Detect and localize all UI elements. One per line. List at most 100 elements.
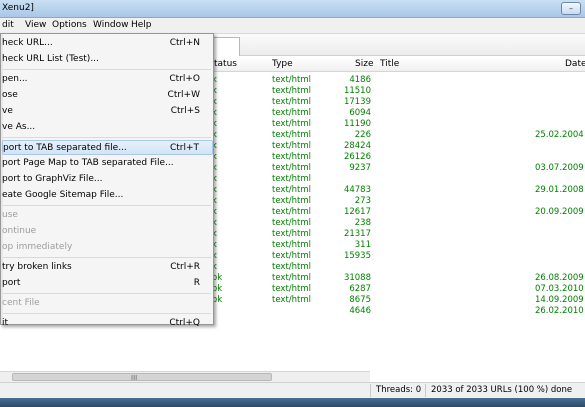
size-cell: 21317 xyxy=(343,229,371,239)
size-cell: 31088 xyxy=(343,273,371,283)
threads-status: Threads: 0 xyxy=(370,384,425,397)
size-cell: 12617 xyxy=(343,207,371,217)
size-cell: 311 xyxy=(354,240,371,250)
menu-item-label: try broken links xyxy=(2,262,72,272)
column-date[interactable]: Date xyxy=(565,59,585,69)
size-cell: 17139 xyxy=(343,97,371,107)
date-cell: 26.08.2009 1 xyxy=(535,273,585,283)
type-cell: text/html xyxy=(272,86,312,96)
menu-item[interactable]: port R xyxy=(2,276,213,291)
menu-item-shortcut: Ctrl+S xyxy=(170,106,200,116)
menu-item-label: port xyxy=(2,278,21,288)
type-cell: text/html xyxy=(272,207,312,217)
menu-separator xyxy=(3,137,211,138)
menu-item-label: pen... xyxy=(2,74,28,84)
menu-item[interactable]: port to TAB separated file... Ctrl+T xyxy=(2,140,213,155)
date-cell: 14.09.2009 0 xyxy=(535,295,585,305)
size-cell: 273 xyxy=(354,196,371,206)
date-cell: 25.02.2004 1 xyxy=(535,130,585,140)
menu-item-shortcut: Ctrl+O xyxy=(169,74,200,84)
scrollbar-thumb[interactable]: III xyxy=(12,373,272,382)
type-cell: text/html xyxy=(272,130,312,140)
menu-item-label: port Page Map to TAB separated File... xyxy=(2,158,174,168)
type-cell: text/html xyxy=(272,152,312,162)
date-cell: 03.07.2009 1 xyxy=(535,163,585,173)
menu-item[interactable]: port to GraphViz File... xyxy=(2,172,213,187)
menu-item-shortcut: Ctrl+Q xyxy=(169,318,200,328)
size-cell: 9237 xyxy=(349,163,371,173)
menu-item[interactable]: port Page Map to TAB separated File... xyxy=(2,156,213,171)
menu-item[interactable]: try broken links Ctrl+R xyxy=(2,260,213,275)
column-title[interactable]: Title xyxy=(380,59,399,69)
menu-separator xyxy=(3,205,211,206)
file-menu-dropdown: heck URL... Ctrl+N heck URL List (Test)...… xyxy=(0,33,214,328)
menu-item-label: heck URL List (Test)... xyxy=(2,54,99,64)
size-cell: 6287 xyxy=(349,284,371,294)
menu-item[interactable]: ose Ctrl+W xyxy=(2,88,213,103)
menu-item-label: ose xyxy=(2,90,18,100)
taskbar xyxy=(0,398,585,407)
date-cell: 29.01.2008 0 xyxy=(535,185,585,195)
menu-item: use xyxy=(2,208,213,223)
size-cell: 11190 xyxy=(343,119,371,129)
menu-view[interactable]: View xyxy=(25,20,46,30)
type-cell: text/html xyxy=(272,141,312,151)
menu-bar: dit View Options Window Help xyxy=(0,18,585,34)
column-type[interactable]: Type xyxy=(272,59,293,69)
menu-options[interactable]: Options xyxy=(52,20,87,30)
size-cell: 15935 xyxy=(343,251,371,261)
menu-item-label: use xyxy=(2,210,18,220)
menu-item-shortcut: Ctrl+R xyxy=(170,262,200,272)
menu-item-label: cent File xyxy=(2,298,40,308)
menu-separator xyxy=(3,293,211,294)
type-cell: text/html xyxy=(272,262,312,272)
type-cell: text/html xyxy=(272,295,312,305)
size-cell: 226 xyxy=(354,130,371,140)
menu-item[interactable]: heck URL List (Test)... xyxy=(2,52,213,67)
title-bar: Xenu2] – xyxy=(0,0,585,18)
type-cell: text/html xyxy=(272,185,312,195)
type-cell: text/html xyxy=(272,251,312,261)
menu-item-label: op immediately xyxy=(2,242,73,252)
menu-help[interactable]: Help xyxy=(131,20,152,30)
type-cell: text/html xyxy=(272,240,312,250)
type-cell: text/html xyxy=(272,119,312,129)
size-cell: 26126 xyxy=(343,152,371,162)
size-cell: 6094 xyxy=(349,108,371,118)
menu-item-shortcut: Ctrl+N xyxy=(169,38,200,48)
menu-item[interactable]: ve As... xyxy=(2,120,213,135)
menu-item[interactable]: heck URL... Ctrl+N xyxy=(2,36,213,51)
menu-window[interactable]: Window xyxy=(93,20,129,30)
menu-item-label: ve As... xyxy=(2,122,36,132)
menu-item[interactable]: ve Ctrl+S xyxy=(2,104,213,119)
menu-item-label: heck URL... xyxy=(2,38,53,48)
type-cell: text/html xyxy=(272,284,312,294)
size-cell: 4186 xyxy=(349,75,371,85)
menu-separator xyxy=(3,69,211,70)
menu-item-label: port to TAB separated file... xyxy=(3,143,127,153)
type-cell: text/html xyxy=(272,174,312,184)
progress-status: 2033 of 2033 URLs (100 %) done xyxy=(425,384,585,397)
menu-item-label: eate Google Sitemap File... xyxy=(2,190,124,200)
menu-item-shortcut: Ctrl+T xyxy=(169,143,199,153)
menu-item: cent File xyxy=(2,296,213,311)
minimize-button[interactable]: – xyxy=(561,2,581,15)
column-size[interactable]: Size xyxy=(355,59,373,69)
size-cell: 4646 xyxy=(349,306,371,316)
menu-item[interactable]: pen... Ctrl+O xyxy=(2,72,213,87)
date-cell: 20.09.2009 1 xyxy=(535,207,585,217)
menu-item[interactable]: it Ctrl+Q xyxy=(2,316,213,331)
size-cell: 8675 xyxy=(349,295,371,305)
type-cell: text/html xyxy=(272,218,312,228)
menu-item-shortcut: Ctrl+W xyxy=(167,90,200,100)
type-cell: text/html xyxy=(272,273,312,283)
date-cell: 26.02.2010 0 xyxy=(535,306,585,316)
menu-item[interactable]: eate Google Sitemap File... xyxy=(2,188,213,203)
column-status[interactable]: tatus xyxy=(214,59,237,69)
menu-separator xyxy=(3,313,211,314)
menu-separator xyxy=(3,257,211,258)
menu-item-shortcut: R xyxy=(193,278,200,288)
size-cell: 44783 xyxy=(343,185,371,195)
horizontal-scrollbar[interactable]: III xyxy=(0,371,370,382)
menu-edit[interactable]: dit xyxy=(2,20,14,30)
